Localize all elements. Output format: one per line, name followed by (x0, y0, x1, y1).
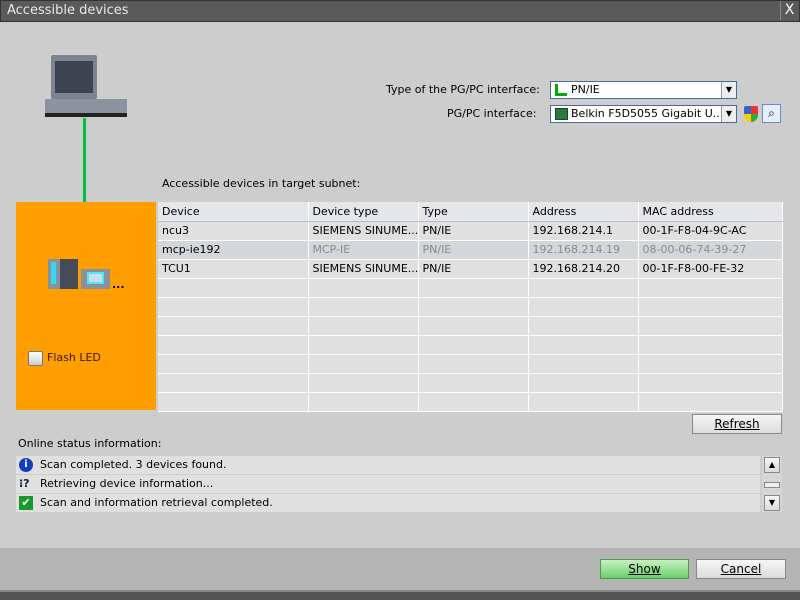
shield-icon[interactable] (744, 106, 758, 122)
cell: mcp-ie192 (158, 240, 309, 260)
network-icon (555, 84, 567, 96)
cell: ncu3 (158, 221, 309, 241)
scroll-down-button[interactable]: ▼ (764, 495, 780, 511)
status-message: ⁝? Retrieving device information... (16, 475, 760, 493)
cell: 00-1F-F8-00-FE-32 (638, 259, 783, 279)
table-row[interactable]: mcp-ie192 MCP-IE PN/IE 192.168.214.19 08-00-… (158, 240, 783, 260)
interface-type-select[interactable]: PN/IE ▼ (550, 81, 737, 99)
column-header[interactable]: Address (528, 202, 639, 222)
pgpc-label: PG/PC interface: (447, 107, 537, 120)
column-header[interactable]: Type (418, 202, 529, 222)
plc-icon (48, 259, 78, 289)
chevron-down-icon[interactable]: ▼ (721, 82, 736, 98)
panel-icon (81, 269, 110, 289)
info-icon: i (19, 458, 33, 472)
cell: MCP-IE (308, 240, 419, 260)
cell: PN/IE (418, 240, 529, 260)
cell: 192.168.214.1 (528, 221, 639, 241)
show-button[interactable]: Show (600, 559, 689, 579)
cell: SIEMENS SINUME... (308, 221, 419, 241)
network-card-icon (555, 108, 568, 120)
cell: SIEMENS SINUME... (308, 259, 419, 279)
cell: 08-00-06-74-39-27 (638, 240, 783, 260)
type-label: Type of the PG/PC interface: (386, 83, 540, 96)
devices-table: Device Device type Type Address MAC addr… (158, 202, 783, 412)
cell: PN/IE (418, 221, 529, 241)
status-text: Scan and information retrieval completed… (40, 496, 273, 509)
status-text: Retrieving device information... (40, 477, 214, 490)
bottom-bar (0, 590, 800, 600)
cell: 192.168.214.20 (528, 259, 639, 279)
cell: 00-1F-F8-04-9C-AC (638, 221, 783, 241)
table-row[interactable]: TCU1 SIEMENS SINUME... PN/IE 192.168.214.20… (158, 259, 783, 279)
cell: PN/IE (418, 259, 529, 279)
status-label: Online status information: (18, 437, 162, 450)
flash-led-checkbox[interactable] (28, 351, 43, 366)
scroll-up-button[interactable]: ▲ (764, 457, 780, 473)
pgpc-value: Belkin F5D5055 Gigabit U... (571, 107, 724, 120)
network-query-icon: ⁝? (19, 477, 30, 490)
table-row[interactable]: ncu3 SIEMENS SINUME... PN/IE 192.168.214.1 0… (158, 221, 783, 241)
table-header: Device Device type Type Address MAC addr… (158, 202, 783, 222)
status-text: Scan completed. 3 devices found. (40, 458, 227, 471)
close-button[interactable]: X (780, 1, 798, 20)
flash-led-label: Flash LED (47, 351, 101, 364)
column-header[interactable]: Device type (308, 202, 419, 222)
more-devices-indicator: ... (112, 278, 125, 291)
devices-heading: Accessible devices in target subnet: (162, 177, 361, 190)
laptop-icon (45, 55, 127, 119)
column-header[interactable]: MAC address (638, 202, 783, 222)
status-message: ✔ Scan and information retrieval complet… (16, 494, 760, 512)
type-value: PN/IE (571, 83, 600, 96)
window-title: Accessible devices (7, 3, 129, 18)
pgpc-interface-select[interactable]: Belkin F5D5055 Gigabit U... ▼ (550, 105, 737, 123)
scroll-thumb[interactable] (764, 482, 780, 488)
chevron-down-icon[interactable]: ▼ (721, 106, 736, 122)
column-header[interactable]: Device (158, 202, 309, 222)
cell: TCU1 (158, 259, 309, 279)
properties-search-icon[interactable]: ⌕ (762, 104, 781, 123)
status-message: i Scan completed. 3 devices found. (16, 456, 760, 474)
cell: 192.168.214.19 (528, 240, 639, 260)
refresh-button[interactable]: Refresh (692, 414, 782, 434)
device-panel (16, 202, 156, 410)
status-scrollbar[interactable]: ▲ ▼ (762, 456, 782, 512)
cancel-button[interactable]: Cancel (696, 559, 786, 579)
check-icon: ✔ (19, 496, 33, 510)
